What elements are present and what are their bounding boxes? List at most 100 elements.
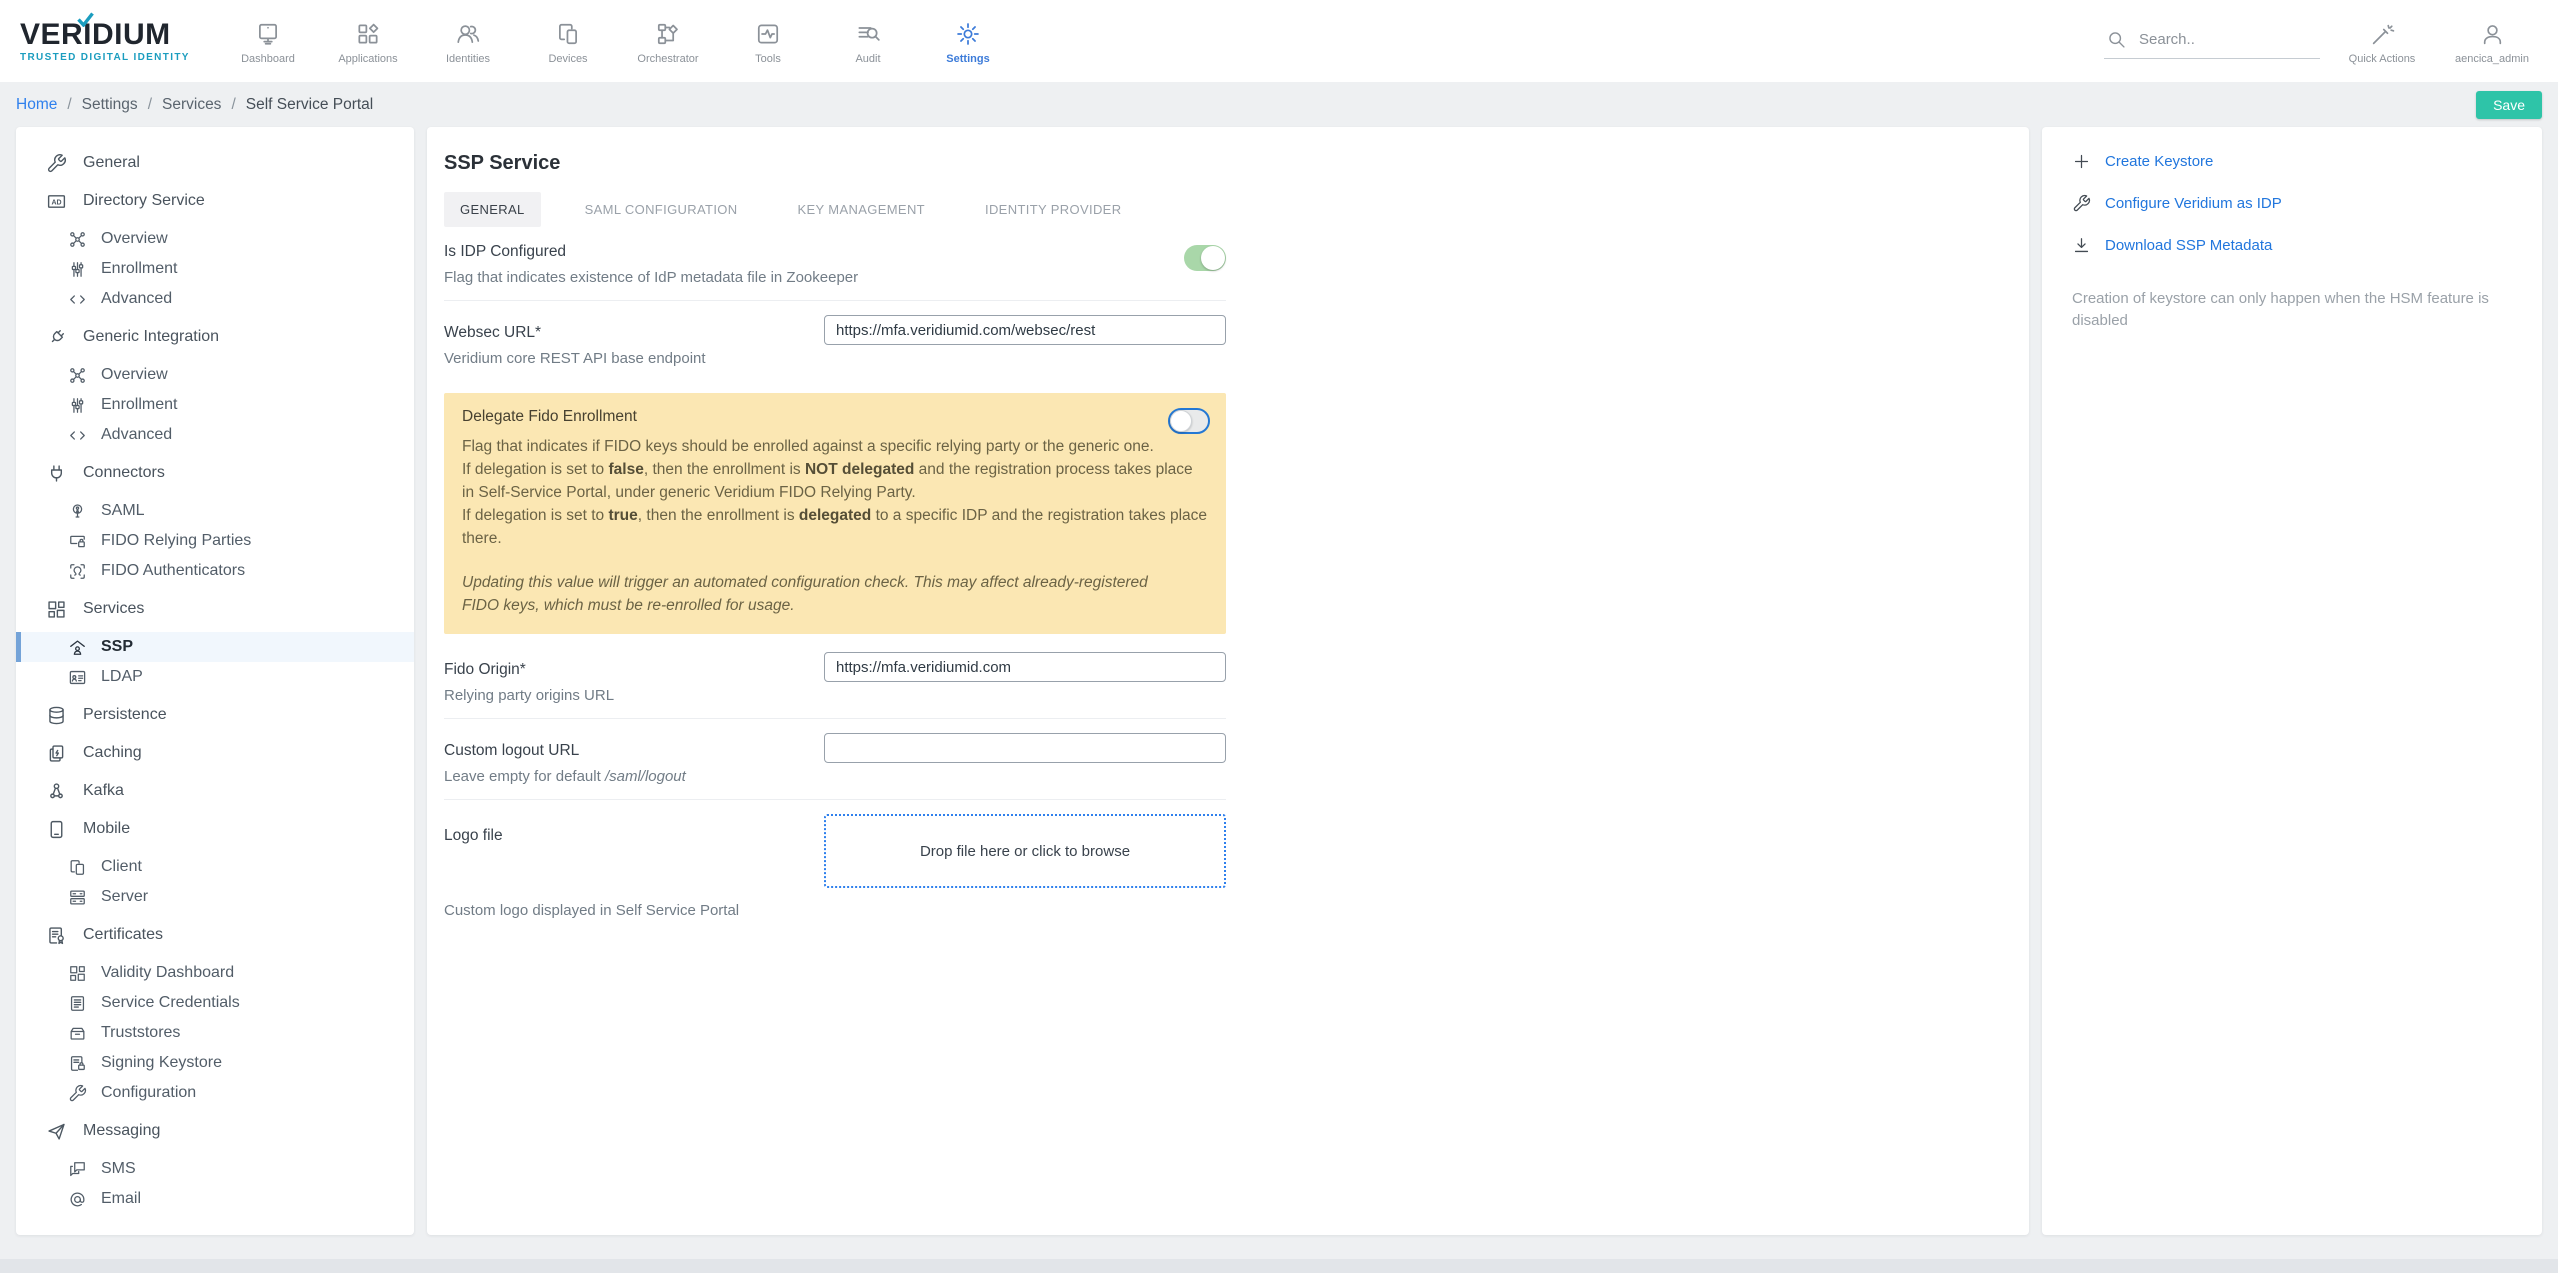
sidebar-item-connectors[interactable]: Connectors xyxy=(16,458,414,488)
nav-item-audit[interactable]: Audit xyxy=(818,17,918,65)
content-area: General Directory Service Overview Enrol… xyxy=(0,127,2558,1235)
sidebar-item-truststores[interactable]: Truststores xyxy=(16,1018,414,1048)
sidebar-item-gi-advanced[interactable]: Advanced xyxy=(16,420,414,450)
sidebar-item-generic-integration[interactable]: Generic Integration xyxy=(16,322,414,352)
custom-logout-url-input[interactable] xyxy=(824,733,1226,763)
download-ssp-metadata-link[interactable]: Download SSP Metadata xyxy=(2072,236,2512,255)
bottom-strip xyxy=(0,1259,2558,1273)
logo-dropzone[interactable]: Drop file here or click to browse xyxy=(824,814,1226,888)
sidebar-item-persistence[interactable]: Persistence xyxy=(16,700,414,730)
sidebar-item-caching[interactable]: Caching xyxy=(16,738,414,768)
websec-url-input[interactable] xyxy=(824,315,1226,345)
sidebar-item-fido-relying-parties[interactable]: FIDO Relying Parties xyxy=(16,526,414,556)
delegate-fido-enrollment-toggle[interactable] xyxy=(1168,408,1210,434)
nav-item-applications[interactable]: Applications xyxy=(318,17,418,65)
tab-general[interactable]: GENERAL xyxy=(444,192,541,227)
nav-item-orchestrator[interactable]: Orchestrator xyxy=(618,17,718,65)
nav-item-identities[interactable]: Identities xyxy=(418,17,518,65)
wrench-icon xyxy=(2072,194,2091,213)
nav-item-devices[interactable]: Devices xyxy=(518,17,618,65)
sidebar-item-label: Advanced xyxy=(101,426,172,444)
sidebar-item-label: FIDO Relying Parties xyxy=(101,532,251,550)
nav-item-settings[interactable]: Settings xyxy=(918,17,1018,65)
tools-icon xyxy=(755,21,781,47)
user-menu[interactable]: aencica_admin xyxy=(2444,18,2540,65)
sidebar-item-label: Enrollment xyxy=(101,260,177,278)
sidebar-item-label: Email xyxy=(101,1190,141,1208)
tab-identity-provider[interactable]: IDENTITY PROVIDER xyxy=(969,192,1137,227)
at-icon xyxy=(68,1190,87,1209)
sidebar-item-validity-dashboard[interactable]: Validity Dashboard xyxy=(16,958,414,988)
action-links: Create Keystore Configure Veridium as ID… xyxy=(2072,152,2512,255)
sidebar-item-directory-service[interactable]: Directory Service xyxy=(16,186,414,216)
is-idp-configured-toggle[interactable] xyxy=(1184,245,1226,271)
sidebar-item-label: Advanced xyxy=(101,290,172,308)
delegate-desc-segment: If delegation is set to xyxy=(462,507,608,524)
cert-icon xyxy=(46,925,67,946)
nav-item-label: Dashboard xyxy=(241,53,295,65)
user-icon xyxy=(2480,22,2505,47)
sidebar-item-label: LDAP xyxy=(101,668,143,686)
breadcrumb-settings[interactable]: Settings xyxy=(82,96,138,114)
search-input[interactable] xyxy=(2139,31,2314,48)
brand-name: VERIDIUM xyxy=(20,20,202,50)
nav-item-dashboard[interactable]: Dashboard xyxy=(218,17,318,65)
tab-key-management[interactable]: KEY MANAGEMENT xyxy=(782,192,941,227)
idcard-icon xyxy=(68,668,87,687)
sidebar-item-label: General xyxy=(83,154,140,172)
save-button[interactable]: Save xyxy=(2476,91,2542,119)
create-keystore-link[interactable]: Create Keystore xyxy=(2072,152,2512,171)
form-row-fido-origin: Fido Origin* Relying party origins URL xyxy=(444,638,1226,719)
sidebar-item-ds-enrollment[interactable]: Enrollment xyxy=(16,254,414,284)
sidebar-item-mobile[interactable]: Mobile xyxy=(16,814,414,844)
sidebar-item-messaging[interactable]: Messaging xyxy=(16,1116,414,1146)
sidebar-item-label: Overview xyxy=(101,366,168,384)
tab-saml-configuration[interactable]: SAML CONFIGURATION xyxy=(569,192,754,227)
sidebar-item-services[interactable]: Services xyxy=(16,594,414,624)
websec-url-hint: Veridium core REST API base endpoint xyxy=(444,350,804,367)
nav-item-tools[interactable]: Tools xyxy=(718,17,818,65)
sidebar-item-client[interactable]: Client xyxy=(16,852,414,882)
sidebar-item-kafka[interactable]: Kafka xyxy=(16,776,414,806)
grid-icon xyxy=(68,964,87,983)
sidebar-item-email[interactable]: Email xyxy=(16,1184,414,1214)
breadcrumb-services[interactable]: Services xyxy=(162,96,221,114)
sidebar-item-gi-overview[interactable]: Overview xyxy=(16,360,414,390)
sidebar-item-server[interactable]: Server xyxy=(16,882,414,912)
action-link-label: Download SSP Metadata xyxy=(2105,237,2272,254)
delegate-desc-segment: , then the enrollment is xyxy=(638,507,799,524)
sidebar-item-ldap[interactable]: LDAP xyxy=(16,662,414,692)
custom-logout-hint-text: Leave empty for default xyxy=(444,768,605,785)
nav-item-label: Settings xyxy=(946,53,989,65)
global-search xyxy=(2104,23,2320,59)
breadcrumb-home[interactable]: Home xyxy=(16,96,57,114)
sidebar-item-service-credentials[interactable]: Service Credentials xyxy=(16,988,414,1018)
logo-file-label: Logo file xyxy=(444,827,804,845)
sidebar-item-saml[interactable]: SAML xyxy=(16,496,414,526)
sidebar-item-fido-authenticators[interactable]: FIDO Authenticators xyxy=(16,556,414,586)
sidebar-item-sms[interactable]: SMS xyxy=(16,1154,414,1184)
configure-veridium-as-idp-link[interactable]: Configure Veridium as IDP xyxy=(2072,194,2512,213)
fido-origin-hint: Relying party origins URL xyxy=(444,687,804,704)
sidebar-item-ds-advanced[interactable]: Advanced xyxy=(16,284,414,314)
sidebar-item-general[interactable]: General xyxy=(16,148,414,178)
search-icon[interactable] xyxy=(2106,29,2127,50)
delegate-fido-enrollment-label: Delegate Fido Enrollment xyxy=(462,408,1208,426)
nav-item-label: Audit xyxy=(855,53,880,65)
sidebar-item-signing-keystore[interactable]: Signing Keystore xyxy=(16,1048,414,1078)
delegate-desc-segment: If delegation is set to xyxy=(462,461,608,478)
nav-item-label: Devices xyxy=(548,53,587,65)
plus-icon xyxy=(2072,152,2091,171)
sidebar-item-certificates[interactable]: Certificates xyxy=(16,920,414,950)
settings-sidebar: General Directory Service Overview Enrol… xyxy=(16,127,414,1235)
sidebar-item-gi-enrollment[interactable]: Enrollment xyxy=(16,390,414,420)
sidebar-item-ssp[interactable]: SSP xyxy=(16,632,414,662)
fido-origin-input[interactable] xyxy=(824,652,1226,682)
breadcrumb-current-page: Self Service Portal xyxy=(246,96,374,114)
sidebar-item-ds-overview[interactable]: Overview xyxy=(16,224,414,254)
ad-icon xyxy=(46,191,67,212)
breadcrumb-separator: / xyxy=(67,96,71,114)
db-icon xyxy=(46,705,67,726)
quick-actions-button[interactable]: Quick Actions xyxy=(2334,18,2430,65)
sidebar-item-configuration[interactable]: Configuration xyxy=(16,1078,414,1108)
